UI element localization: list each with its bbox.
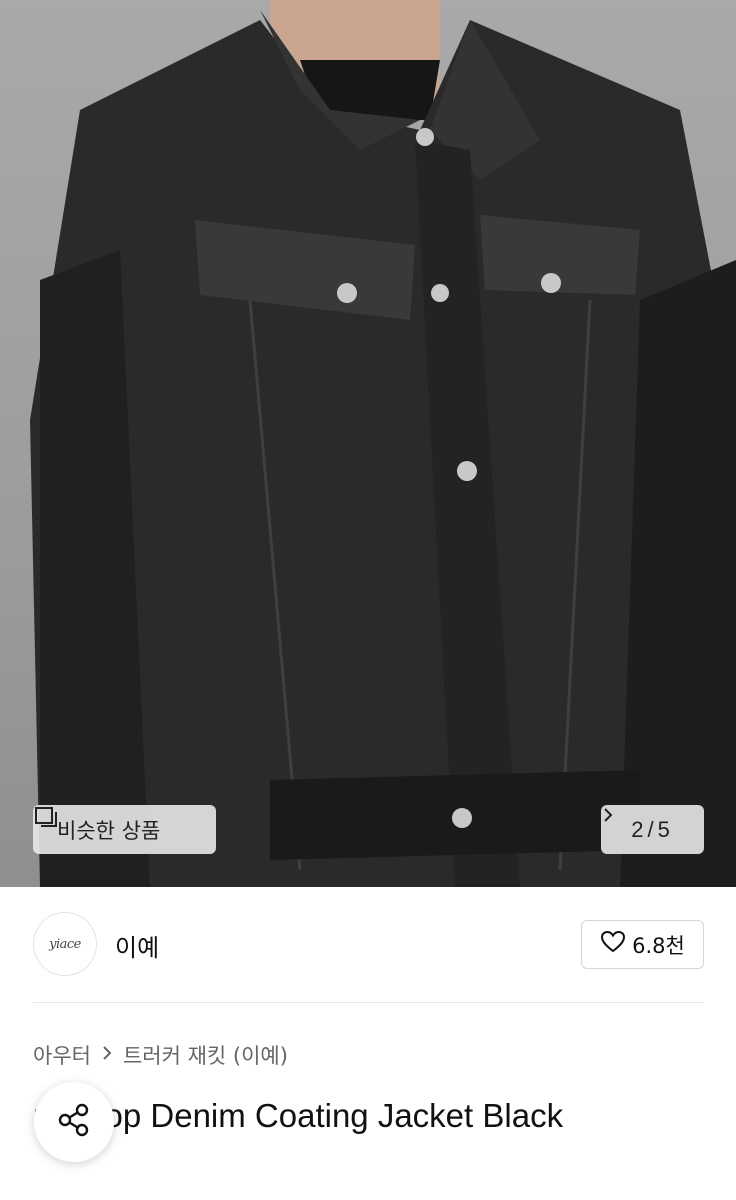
share-button[interactable] — [34, 1082, 114, 1162]
breadcrumb-subcategory[interactable]: 트러커 재킷 (이예) — [123, 1040, 288, 1070]
seller-logo[interactable]: yiace — [33, 912, 97, 976]
seller-name[interactable]: 이예 — [115, 928, 159, 963]
similar-products-button[interactable]: 비슷한 상품 — [33, 805, 216, 854]
pager-current: 2 — [631, 816, 644, 842]
share-icon — [54, 1100, 94, 1144]
pager-separator: / — [647, 816, 654, 842]
product-title: nt Crop Denim Coating Jacket Black — [33, 1097, 564, 1134]
product-image[interactable]: 비슷한 상품 2 / 5 — [0, 0, 736, 887]
seller-logo-text: yiace — [49, 936, 81, 952]
divider — [33, 1002, 704, 1003]
breadcrumb-category[interactable]: 아우터 — [33, 1040, 91, 1070]
similar-products-label: 비슷한 상품 — [57, 818, 161, 843]
like-button[interactable]: 6.8천 — [581, 920, 704, 969]
heart-icon — [600, 930, 626, 959]
jacket-photo — [30, 0, 736, 887]
chevron-right-icon — [101, 1043, 113, 1067]
pager-total: 5 — [657, 816, 670, 842]
like-count: 6.8천 — [632, 933, 685, 958]
image-pager[interactable]: 2 / 5 — [601, 805, 704, 854]
breadcrumb: 아우터 트러커 재킷 (이예) — [33, 1040, 288, 1070]
